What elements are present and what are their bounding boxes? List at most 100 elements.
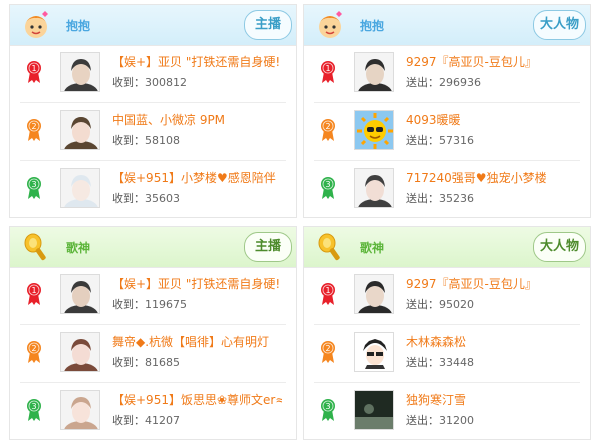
- stat-line: 送出：57316: [406, 132, 474, 148]
- svg-text:3: 3: [31, 180, 36, 189]
- stat-label: 送出：: [406, 76, 439, 89]
- stat-label: 收到：: [112, 298, 145, 311]
- stat-label: 送出：: [406, 356, 439, 369]
- ranking-row[interactable]: 1 9297『高亚贝-豆包儿』 送出：296936: [314, 46, 580, 103]
- rank-medal-icon: 2: [320, 340, 336, 364]
- user-name-link[interactable]: 中国蓝、小微凉 9PM: [112, 111, 225, 128]
- stat-value: 296936: [439, 76, 481, 89]
- avatar[interactable]: [60, 110, 100, 150]
- user-name-link[interactable]: 【娱+951】小梦楼♥感恩陪伴: [112, 169, 276, 186]
- stat-line: 送出：33448: [406, 354, 474, 370]
- svg-text:2: 2: [31, 344, 36, 353]
- avatar[interactable]: [354, 168, 394, 208]
- panel-category-tab[interactable]: 主播: [244, 232, 292, 262]
- svg-text:1: 1: [31, 64, 36, 73]
- stat-line: 收到：41207: [112, 412, 180, 428]
- rank-medal-icon: 3: [26, 176, 42, 200]
- microphone-icon: [314, 231, 346, 263]
- stat-label: 收到：: [112, 134, 145, 147]
- panel-category-tab[interactable]: 大人物: [532, 10, 586, 40]
- ranking-panel: 歌神 大人物 1 9297『高亚贝-豆包儿』 送出：95020 2 木林森森松 送出：3344…: [303, 226, 591, 440]
- avatar[interactable]: [354, 332, 394, 372]
- stat-value: 41207: [145, 414, 180, 427]
- stat-value: 58108: [145, 134, 180, 147]
- stat-value: 95020: [439, 298, 474, 311]
- avatar[interactable]: [60, 332, 100, 372]
- avatar[interactable]: [354, 110, 394, 150]
- user-name-link[interactable]: 【娱+】亚贝 "打铁还需自身硬!: [112, 53, 280, 70]
- panel-header: 歌神 主播: [10, 227, 296, 268]
- avatar[interactable]: [354, 390, 394, 430]
- ranking-row[interactable]: 2 木林森森松送出：33448: [314, 326, 580, 383]
- rank-medal-icon: 2: [26, 118, 42, 142]
- user-name-link[interactable]: 木林森森松: [406, 333, 466, 350]
- panel-title: 歌神: [66, 241, 91, 255]
- svg-text:3: 3: [31, 402, 36, 411]
- stat-value: 57316: [439, 134, 474, 147]
- rank-medal-icon: 1: [26, 60, 42, 84]
- rank-medal-icon: 2: [26, 340, 42, 364]
- svg-text:2: 2: [325, 122, 330, 131]
- rank-medal-icon: 1: [320, 60, 336, 84]
- stat-label: 送出：: [406, 414, 439, 427]
- panel-category-tab[interactable]: 大人物: [532, 232, 586, 262]
- stat-label: 收到：: [112, 76, 145, 89]
- ranking-row[interactable]: 2 中国蓝、小微凉 9PM 收到：58108: [20, 104, 286, 161]
- rank-medal-icon: 2: [320, 118, 336, 142]
- avatar[interactable]: [60, 390, 100, 430]
- ranking-row[interactable]: 3 独狗寒汀雪送出：31200: [314, 384, 580, 440]
- hug-mascot-icon: [314, 9, 346, 41]
- avatar[interactable]: [60, 274, 100, 314]
- user-name-link[interactable]: 4093暖暖: [406, 111, 461, 128]
- svg-text:3: 3: [325, 402, 330, 411]
- rank-medal-icon: 3: [320, 176, 336, 200]
- ranking-row[interactable]: 3 【娱+951】小梦楼♥感恩陪伴 收到：35603: [20, 162, 286, 218]
- ranking-panel: 歌神 主播 1 【娱+】亚贝 "打铁还需自身硬! 收到：119675 2 舞帝◆.杭微【唱徘…: [9, 226, 297, 440]
- user-name-link[interactable]: 717240强哥♥独宠小梦楼: [406, 169, 547, 186]
- stat-value: 35236: [439, 192, 474, 205]
- panel-title: 抱抱: [66, 19, 91, 33]
- ranking-row[interactable]: 1 【娱+】亚贝 "打铁还需自身硬! 收到：119675: [20, 268, 286, 325]
- avatar[interactable]: [354, 52, 394, 92]
- ranking-row[interactable]: 1 9297『高亚贝-豆包儿』 送出：95020: [314, 268, 580, 325]
- stat-label: 送出：: [406, 298, 439, 311]
- microphone-icon: [20, 231, 52, 263]
- svg-text:1: 1: [31, 286, 36, 295]
- user-name-link[interactable]: 9297『高亚贝-豆包儿』: [406, 275, 537, 292]
- hug-mascot-icon: [20, 9, 52, 41]
- svg-text:2: 2: [325, 344, 330, 353]
- stat-label: 收到：: [112, 414, 145, 427]
- panel-header: 抱抱 大人物: [304, 5, 590, 46]
- ranking-row[interactable]: 3 【娱+951】饭思思❀尊师文er≈ 收到：41207: [20, 384, 286, 440]
- rank-medal-icon: 1: [26, 282, 42, 306]
- rank-medal-icon: 3: [320, 398, 336, 422]
- stat-line: 送出：296936: [406, 74, 481, 90]
- ranking-row[interactable]: 1 【娱+】亚贝 "打铁还需自身硬! 收到：300812: [20, 46, 286, 103]
- user-name-link[interactable]: 【娱+951】饭思思❀尊师文er≈: [112, 391, 282, 408]
- panel-title: 抱抱: [360, 19, 385, 33]
- panel-header: 抱抱 主播: [10, 5, 296, 46]
- user-name-link[interactable]: 9297『高亚贝-豆包儿』: [406, 53, 537, 70]
- avatar[interactable]: [354, 274, 394, 314]
- avatar[interactable]: [60, 168, 100, 208]
- ranking-row[interactable]: 2 4093暖暖 送出：57316: [314, 104, 580, 161]
- stat-value: 300812: [145, 76, 187, 89]
- svg-text:3: 3: [325, 180, 330, 189]
- user-name-link[interactable]: 【娱+】亚贝 "打铁还需自身硬!: [112, 275, 280, 292]
- user-name-link[interactable]: 舞帝◆.杭微【唱徘】心有明灯: [112, 333, 269, 350]
- user-name-link[interactable]: 独狗寒汀雪: [406, 391, 466, 408]
- avatar[interactable]: [60, 52, 100, 92]
- stat-label: 送出：: [406, 134, 439, 147]
- ranking-row[interactable]: 2 舞帝◆.杭微【唱徘】心有明灯 收到：81685: [20, 326, 286, 383]
- stat-line: 收到：119675: [112, 296, 187, 312]
- ranking-panel: 抱抱 主播 1 【娱+】亚贝 "打铁还需自身硬! 收到：300812 2 中国蓝、小微凉 9…: [9, 4, 297, 218]
- stat-line: 送出：35236: [406, 190, 474, 206]
- stat-line: 送出：95020: [406, 296, 474, 312]
- stat-value: 31200: [439, 414, 474, 427]
- rank-medal-icon: 3: [26, 398, 42, 422]
- ranking-row[interactable]: 3 717240强哥♥独宠小梦楼 送出：35236: [314, 162, 580, 218]
- panel-header: 歌神 大人物: [304, 227, 590, 268]
- stat-value: 33448: [439, 356, 474, 369]
- stat-line: 收到：81685: [112, 354, 180, 370]
- panel-category-tab[interactable]: 主播: [244, 10, 292, 40]
